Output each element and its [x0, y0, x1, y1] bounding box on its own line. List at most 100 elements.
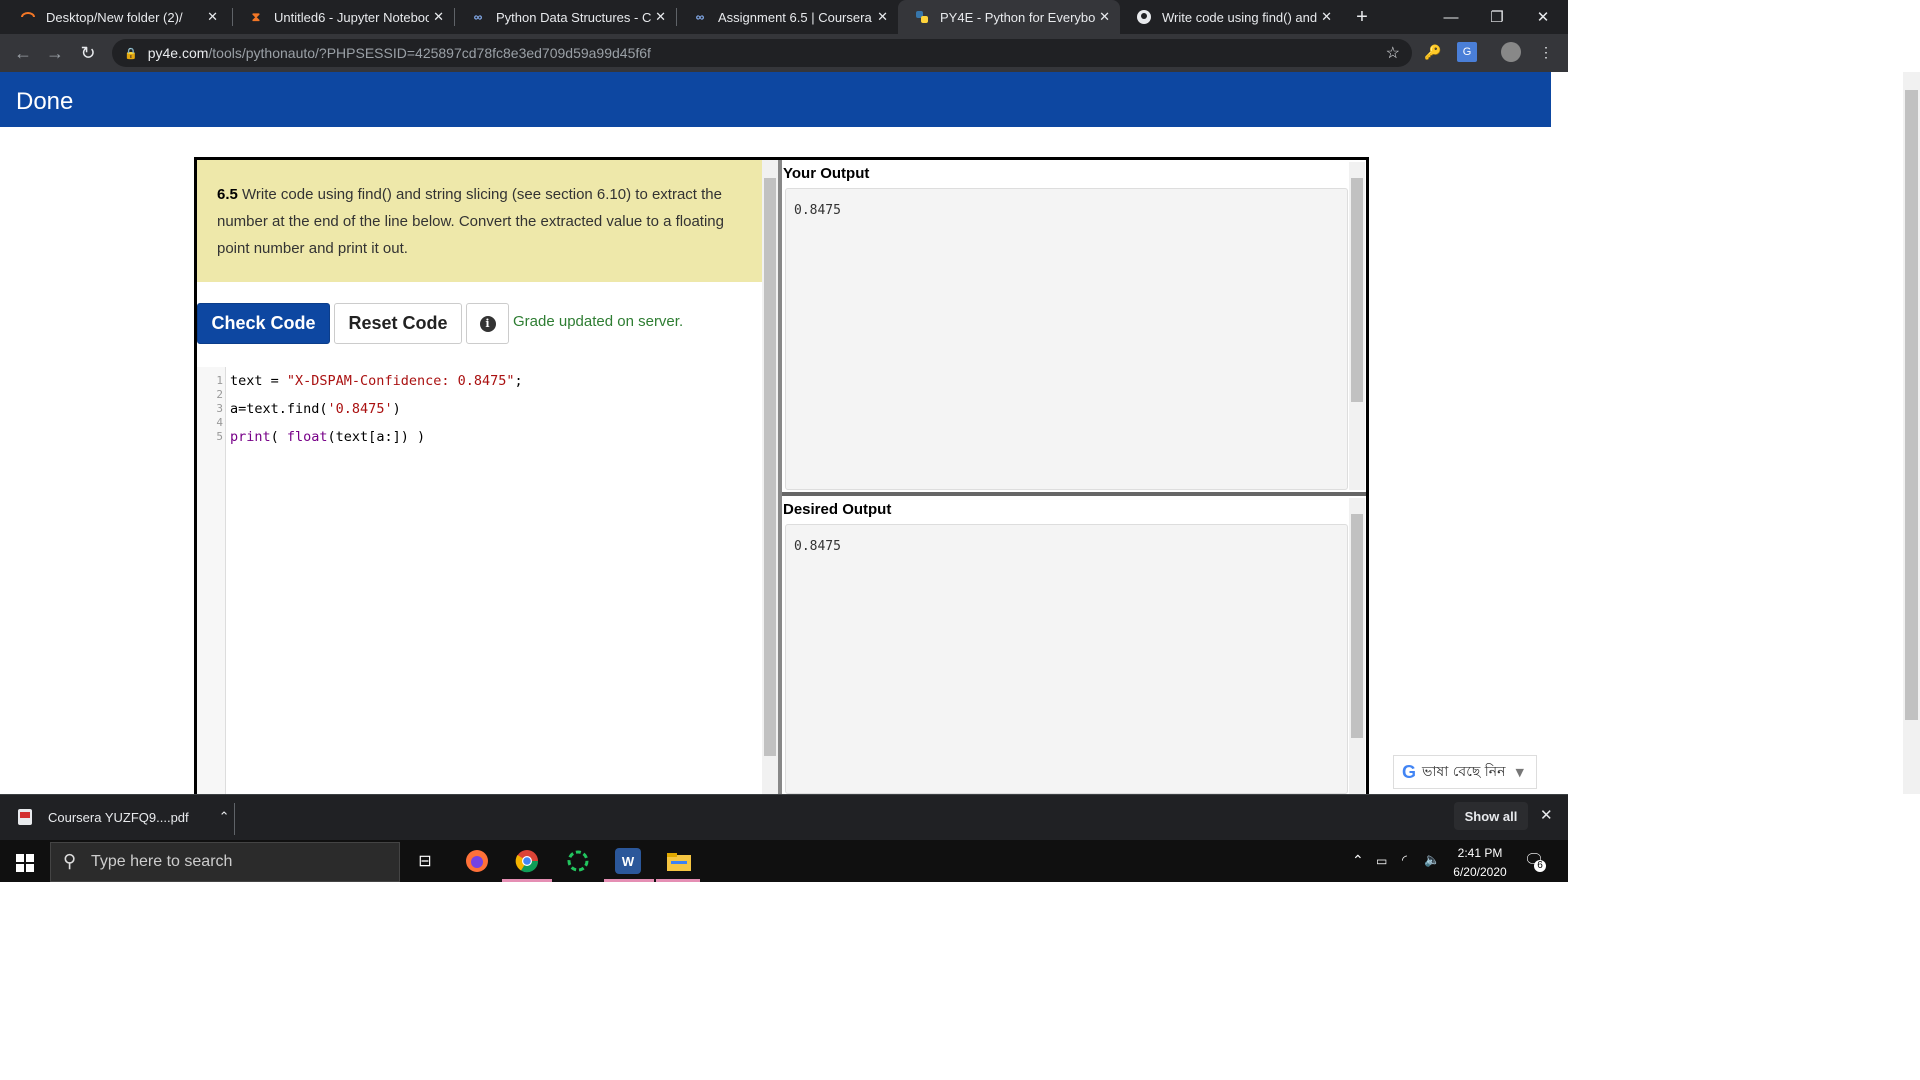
profile-avatar[interactable] — [1501, 42, 1521, 62]
check-code-button[interactable]: Check Code — [197, 303, 330, 344]
tab-github[interactable]: Write code using find() and s ✕ — [1120, 0, 1342, 34]
code-line-3[interactable]: a=text.find('0.8475') — [230, 401, 401, 417]
problem-statement: 6.5 Write code using find() and string s… — [197, 160, 762, 282]
battery-icon[interactable]: ▭ — [1376, 854, 1387, 868]
coursera-icon: ∞ — [695, 10, 705, 24]
address-bar[interactable]: 🔒 py4e.com/tools/pythonauto/?PHPSESSID=4… — [112, 39, 1412, 67]
show-all-button[interactable]: Show all — [1454, 802, 1528, 830]
desired-output-text: 0.8475 — [794, 539, 841, 554]
window-close-icon[interactable]: ✕ — [1520, 0, 1566, 34]
tab-title: Python Data Structures - Cha — [496, 9, 651, 25]
word-icon[interactable]: W — [615, 848, 641, 874]
forward-arrow-icon[interactable]: → — [44, 43, 66, 64]
chrome-icon[interactable] — [514, 848, 540, 874]
your-output-text: 0.8475 — [794, 203, 841, 218]
code-editor[interactable]: 1 2 3 4 5 text = "X-DSPAM-Confidence: 0.… — [197, 367, 762, 794]
python-icon — [914, 9, 930, 25]
new-tab-button[interactable]: + — [1340, 0, 1384, 34]
wifi-icon[interactable]: ◜ — [1402, 852, 1407, 868]
line-number: 4 — [216, 416, 223, 429]
star-icon[interactable]: ☆ — [1386, 43, 1400, 63]
loader-app-icon[interactable] — [565, 848, 591, 874]
url-path: /tools/pythonauto/?PHPSESSID=425897cd78f… — [208, 45, 651, 61]
clock-date: 6/20/2020 — [1453, 865, 1507, 879]
notifications-icon[interactable]: 🗨 6 — [1524, 850, 1546, 872]
download-item[interactable]: Coursera YUZFQ9....pdf ⌃ — [18, 809, 230, 825]
tab-title: Untitled6 - Jupyter Notebook — [274, 9, 429, 25]
volume-icon[interactable]: 🔈 — [1424, 852, 1440, 868]
reset-code-button[interactable]: Reset Code — [334, 303, 462, 344]
problem-text: Write code using find() and string slici… — [217, 186, 724, 257]
minimize-icon[interactable]: — — [1428, 0, 1474, 34]
search-placeholder: Type here to search — [91, 853, 233, 870]
chevron-up-icon[interactable]: ⌃ — [219, 809, 230, 825]
jupyter-icon — [20, 9, 36, 25]
close-tab-icon[interactable]: ✕ — [1321, 9, 1332, 25]
problem-number: 6.5 — [217, 186, 238, 203]
file-explorer-icon[interactable] — [666, 848, 692, 874]
github-icon — [1136, 9, 1152, 25]
google-icon: G — [1402, 761, 1417, 782]
url-host: py4e.com — [147, 45, 209, 61]
restore-icon[interactable]: ❐ — [1474, 0, 1520, 34]
search-icon: ⚲ — [63, 851, 77, 871]
grade-status: Grade updated on server. — [513, 313, 684, 330]
tab-python-data-structures[interactable]: ∞ Python Data Structures - Cha ✕ — [454, 0, 676, 34]
browser-tab-strip: Desktop/New folder (2)/ ✕ ⧗ Untitled6 - … — [0, 0, 1568, 34]
download-filename: Coursera YUZFQ9....pdf — [48, 809, 189, 825]
line-gutter: 1 2 3 4 5 — [197, 367, 226, 794]
page-header: Done — [0, 72, 1551, 127]
tab-title: PY4E - Python for Everybody — [940, 9, 1095, 25]
lock-icon: 🔒 — [124, 47, 138, 60]
tab-jupyter-folder[interactable]: Desktop/New folder (2)/ ✕ — [4, 0, 228, 34]
code-line-5[interactable]: print( float(text[a:]) ) — [230, 429, 425, 445]
tab-py4e[interactable]: PY4E - Python for Everybody ✕ — [898, 0, 1120, 34]
your-output-box: 0.8475 — [785, 188, 1348, 490]
close-downloads-icon[interactable]: ✕ — [1540, 806, 1553, 824]
close-tab-icon[interactable]: ✕ — [1099, 9, 1110, 25]
tab-assignment-coursera[interactable]: ∞ Assignment 6.5 | Coursera ✕ — [676, 0, 898, 34]
your-output-scrollbar[interactable] — [1349, 162, 1365, 490]
close-tab-icon[interactable]: ✕ — [877, 9, 888, 25]
taskbar-clock[interactable]: 2:41 PM 6/20/2020 — [1444, 844, 1516, 882]
key-extension-icon[interactable]: 🔑 — [1423, 42, 1443, 62]
tab-jupyter-notebook[interactable]: ⧗ Untitled6 - Jupyter Notebook ✕ — [232, 0, 454, 34]
line-number: 1 — [216, 374, 223, 387]
code-line-1[interactable]: text = "X-DSPAM-Confidence: 0.8475"; — [230, 373, 523, 389]
google-translate-widget[interactable]: G ভাষা বেছে নিন ▼ — [1393, 755, 1537, 789]
page-scrollbar[interactable] — [1903, 72, 1920, 794]
clock-time: 2:41 PM — [1457, 846, 1503, 860]
left-pane-scrollbar[interactable] — [762, 160, 778, 794]
taskbar-search[interactable]: ⚲ Type here to search — [50, 842, 400, 882]
info-button[interactable]: i — [466, 303, 509, 344]
close-tab-icon[interactable]: ✕ — [207, 9, 218, 25]
menu-kebab-icon[interactable]: ⋮ — [1536, 42, 1556, 62]
close-tab-icon[interactable]: ✕ — [655, 9, 666, 25]
translate-dropdown-icon: ▼ — [1515, 765, 1524, 779]
tab-title: Assignment 6.5 | Coursera — [718, 9, 872, 25]
output-separator[interactable] — [782, 492, 1366, 496]
desired-output-box: 0.8475 — [785, 524, 1348, 794]
windows-start-icon[interactable] — [12, 850, 38, 876]
task-view-icon[interactable]: ⊟ — [412, 848, 438, 874]
hourglass-icon: ⧗ — [251, 9, 261, 24]
firefox-icon[interactable] — [464, 848, 490, 874]
reload-icon[interactable]: ↻ — [77, 43, 99, 64]
translate-extension-icon[interactable]: G — [1457, 42, 1477, 62]
line-number: 5 — [216, 430, 223, 443]
desired-output-label: Desired Output — [783, 501, 892, 518]
back-arrow-icon[interactable]: ← — [12, 43, 34, 64]
desired-output-scrollbar[interactable] — [1349, 498, 1365, 794]
line-number: 3 — [216, 402, 223, 415]
chevron-up-tray-icon[interactable]: ⌃ — [1352, 852, 1364, 869]
translate-label: ভাষা বেছে নিন — [1422, 764, 1506, 780]
notification-count: 6 — [1534, 860, 1546, 872]
coursera-icon: ∞ — [473, 10, 483, 24]
your-output-label: Your Output — [783, 165, 870, 182]
line-number: 2 — [216, 388, 223, 401]
downloads-bar: Coursera YUZFQ9....pdf ⌃ — [0, 794, 1568, 840]
pane-divider[interactable] — [778, 160, 782, 794]
tab-title: Write code using find() and s — [1162, 9, 1317, 25]
page-title: Done — [16, 88, 74, 115]
close-tab-icon[interactable]: ✕ — [433, 9, 444, 25]
